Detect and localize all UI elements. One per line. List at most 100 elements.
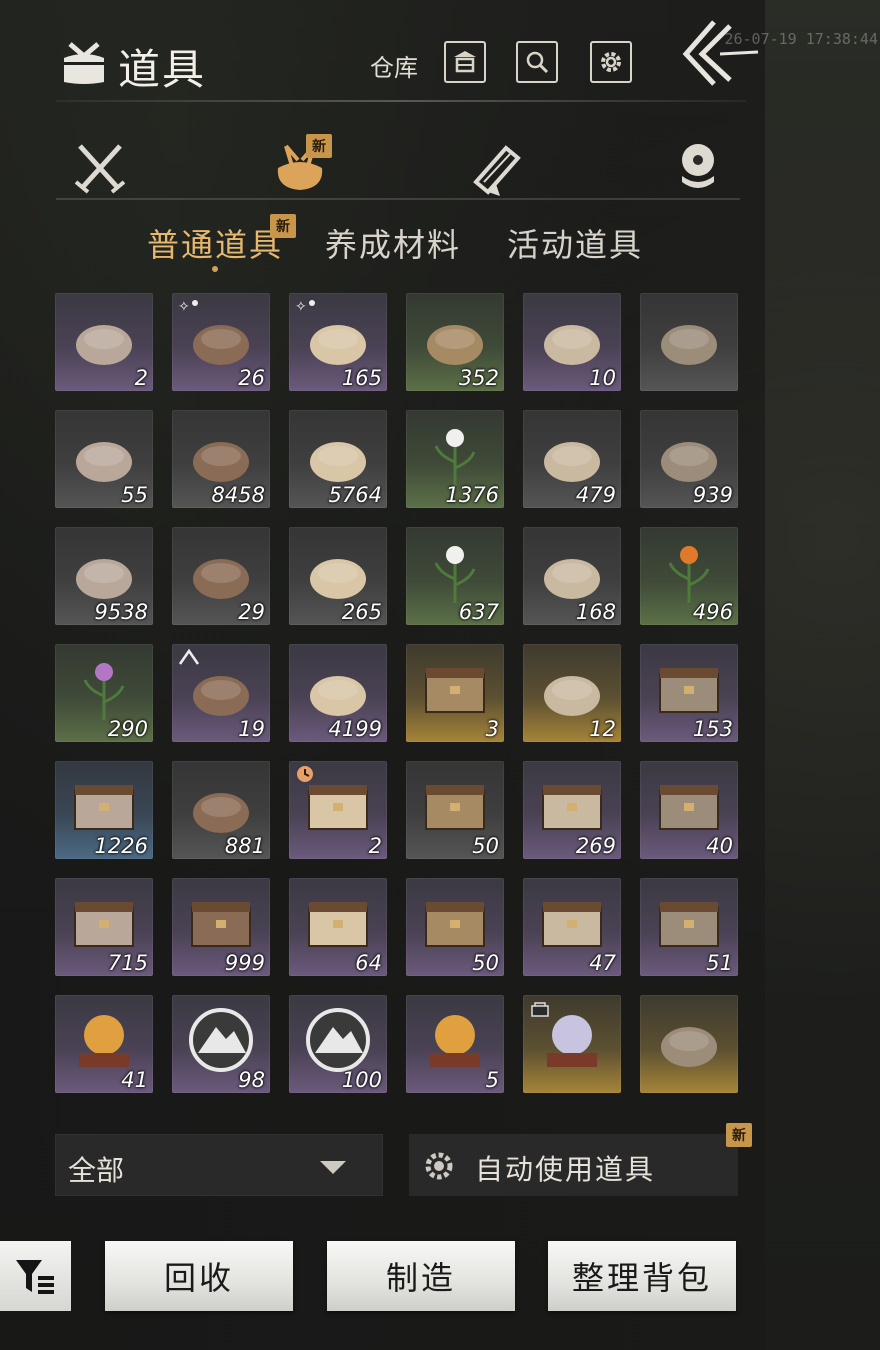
- coin-stack-icon: [682, 144, 714, 188]
- item-slot[interactable]: 55: [55, 410, 153, 508]
- item-count: 269: [575, 834, 616, 858]
- item-count: 153: [692, 717, 733, 741]
- item-slot[interactable]: 1376: [406, 410, 504, 508]
- category-equipment[interactable]: [72, 138, 128, 198]
- orb-on-stand-icon: [79, 1015, 129, 1067]
- item-slot[interactable]: 98: [172, 995, 270, 1093]
- search-icon: [526, 51, 549, 74]
- item-slot[interactable]: 352: [406, 293, 504, 391]
- item-count: 352: [458, 366, 499, 390]
- item-slot[interactable]: 269: [523, 761, 621, 859]
- item-slot[interactable]: 265: [289, 527, 387, 625]
- item-slot[interactable]: 999: [172, 878, 270, 976]
- item-slot[interactable]: 715: [55, 878, 153, 976]
- item-count: 165: [341, 366, 382, 390]
- item-slot[interactable]: 637: [406, 527, 504, 625]
- category-currency[interactable]: [670, 138, 726, 198]
- item-slot[interactable]: 290: [55, 644, 153, 742]
- item-slot[interactable]: [640, 293, 738, 391]
- item-slot[interactable]: 1226: [55, 761, 153, 859]
- paw-orb-on-stand-icon: [430, 1015, 480, 1067]
- warehouse-label[interactable]: 仓库: [370, 48, 418, 83]
- item-slot[interactable]: 5: [406, 995, 504, 1093]
- item-count: 64: [355, 951, 382, 975]
- item-slot[interactable]: [640, 995, 738, 1093]
- iron-ore-icon: [193, 442, 249, 482]
- item-slot[interactable]: 47: [523, 878, 621, 976]
- craft-button[interactable]: 制造: [327, 1241, 515, 1311]
- orange-lily-icon: [668, 546, 710, 603]
- search-button[interactable]: [516, 41, 558, 83]
- red-chest-2-icon: [191, 902, 251, 947]
- item-slot[interactable]: 5764: [289, 410, 387, 508]
- gold-pattern-book-icon: [310, 676, 366, 716]
- item-slot[interactable]: [523, 995, 621, 1093]
- item-slot[interactable]: ✧ 165: [289, 293, 387, 391]
- chevron-down-icon: [320, 1161, 346, 1174]
- recycle-button[interactable]: 回收: [105, 1241, 293, 1311]
- warehouse-button[interactable]: [444, 41, 486, 83]
- auto-use-button[interactable]: 自动使用道具: [409, 1134, 738, 1196]
- subtab-materials[interactable]: 养成材料: [325, 220, 461, 266]
- item-slot[interactable]: 12: [523, 644, 621, 742]
- subtab-normal-items[interactable]: 普通道具: [147, 220, 283, 266]
- item-count: 98: [238, 1068, 265, 1092]
- item-count: 5764: [328, 483, 382, 507]
- item-slot[interactable]: 64: [289, 878, 387, 976]
- item-slot[interactable]: 168: [523, 527, 621, 625]
- filter-icon: [15, 1260, 54, 1294]
- header: 道具 仓库: [0, 0, 880, 120]
- seed-sack-icon: [661, 325, 717, 365]
- item-slot[interactable]: 939: [640, 410, 738, 508]
- item-slot[interactable]: 3: [406, 644, 504, 742]
- item-slot[interactable]: 50: [406, 761, 504, 859]
- item-slot[interactable]: 10: [523, 293, 621, 391]
- item-slot[interactable]: 40: [640, 761, 738, 859]
- svg-text:✧: ✧: [178, 299, 190, 315]
- item-slot[interactable]: 19: [172, 644, 270, 742]
- sort-bag-button[interactable]: 整理背包: [548, 1241, 736, 1311]
- item-count: 881: [224, 834, 265, 858]
- back-button[interactable]: [680, 18, 760, 88]
- item-slot[interactable]: 8458: [172, 410, 270, 508]
- item-slot[interactable]: 496: [640, 527, 738, 625]
- item-count: 50: [472, 834, 499, 858]
- raw-meat-icon: [76, 442, 132, 482]
- item-slot[interactable]: 2: [55, 293, 153, 391]
- oysters-icon: [661, 442, 717, 482]
- item-count: 100: [341, 1068, 382, 1092]
- item-count: 2: [134, 366, 148, 390]
- new-badge: 新: [306, 134, 332, 158]
- wrapped-parcels-icon: [427, 325, 483, 365]
- item-count: 637: [458, 600, 499, 624]
- item-slot[interactable]: 479: [523, 410, 621, 508]
- item-slot[interactable]: 4199: [289, 644, 387, 742]
- subtab-event-items[interactable]: 活动道具: [507, 220, 643, 266]
- scroll-icon: [473, 145, 521, 196]
- jade-gift-box-icon: [659, 668, 719, 713]
- item-slot[interactable]: 9538: [55, 527, 153, 625]
- item-slot[interactable]: 50: [406, 878, 504, 976]
- item-slot[interactable]: 51: [640, 878, 738, 976]
- item-count: 496: [692, 600, 733, 624]
- item-slot[interactable]: ✧ 26: [172, 293, 270, 391]
- fabric-drawer-icon: [74, 785, 134, 830]
- warehouse-icon: [454, 51, 476, 73]
- item-slot[interactable]: 29: [172, 527, 270, 625]
- item-count: 51: [706, 951, 733, 975]
- settings-button[interactable]: [590, 41, 632, 83]
- gear-icon: [601, 52, 621, 72]
- filter-button[interactable]: [0, 1241, 71, 1311]
- category-scrolls[interactable]: [470, 138, 526, 198]
- item-slot[interactable]: 41: [55, 995, 153, 1093]
- item-slot[interactable]: 153: [640, 644, 738, 742]
- mountain-medallion-icon: [306, 1008, 370, 1072]
- item-slot[interactable]: 881: [172, 761, 270, 859]
- filter-dropdown[interactable]: 全部: [55, 1134, 383, 1196]
- item-count: 2: [368, 834, 382, 858]
- purple-flower-herb-icon: [83, 663, 125, 720]
- wardrobe-cabinet-2-icon: [659, 785, 719, 830]
- item-slot[interactable]: 2: [289, 761, 387, 859]
- item-slot[interactable]: 100: [289, 995, 387, 1093]
- eggs-icon: [193, 559, 249, 599]
